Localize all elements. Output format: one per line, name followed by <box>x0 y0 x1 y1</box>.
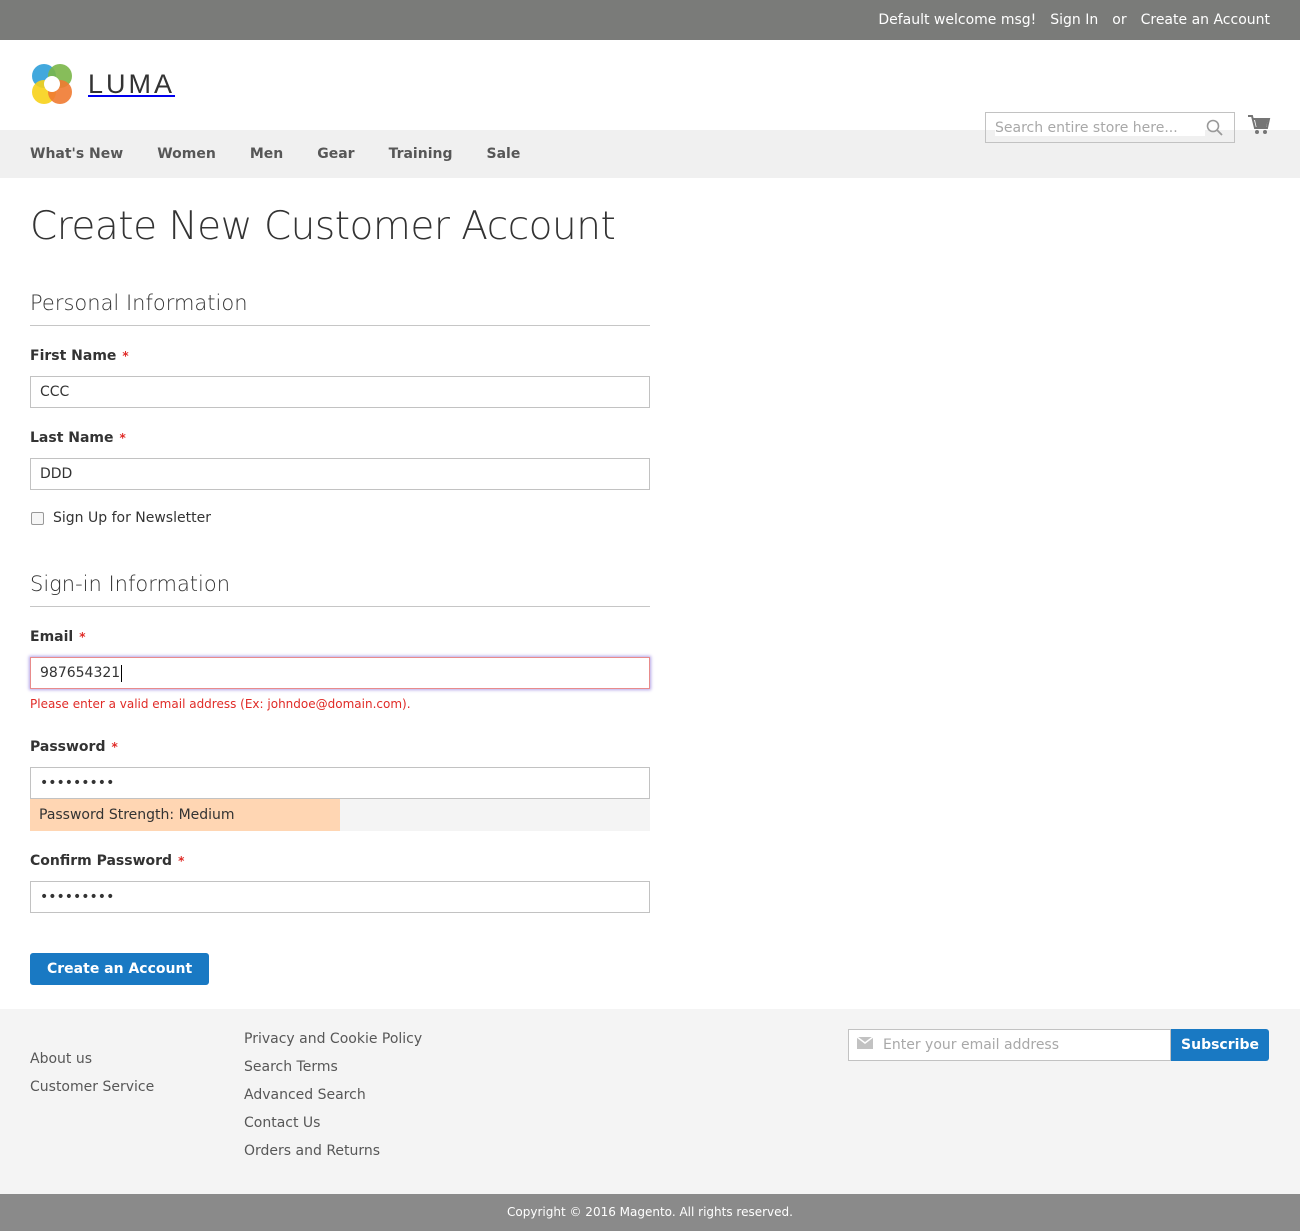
create-account-button[interactable]: Create an Account <box>30 953 210 985</box>
search-box <box>985 112 1235 143</box>
nav-item-women[interactable]: Women <box>157 146 216 162</box>
footer-link-orders-returns[interactable]: Orders and Returns <box>244 1141 422 1169</box>
email-field: Email * 987654321 Please enter a valid em… <box>30 629 650 711</box>
copyright: Copyright © 2016 Magento. All rights res… <box>0 1194 1300 1231</box>
confirm-password-field: Confirm Password * ••••••••• <box>30 853 650 913</box>
footer-link-contact-us[interactable]: Contact Us <box>244 1113 422 1141</box>
nav-item-gear[interactable]: Gear <box>317 146 354 162</box>
logo[interactable]: LUMA <box>30 62 175 106</box>
cart-icon[interactable] <box>1247 114 1271 136</box>
or-text: or <box>1112 12 1127 28</box>
password-value: ••••••••• <box>40 775 115 791</box>
required-asterisk: * <box>178 854 185 868</box>
sign-in-information-legend: Sign-in Information <box>30 572 650 607</box>
nav-item-men[interactable]: Men <box>250 146 283 162</box>
email-value: 987654321 <box>40 665 121 681</box>
footer-link-advanced-search[interactable]: Advanced Search <box>244 1085 422 1113</box>
password-strength-meter: Password Strength: Medium <box>30 799 650 831</box>
search-input[interactable] <box>995 119 1205 136</box>
text-caret <box>121 664 123 682</box>
sign-in-link[interactable]: Sign In <box>1050 12 1098 28</box>
footer-links-col1: About us Customer Service <box>30 1049 154 1105</box>
required-asterisk: * <box>111 740 118 754</box>
required-asterisk: * <box>79 630 86 644</box>
confirm-password-input[interactable]: ••••••••• <box>30 881 650 913</box>
newsletter-label[interactable]: Sign Up for Newsletter <box>53 510 211 526</box>
confirm-password-value: ••••••••• <box>40 889 115 905</box>
footer-link-privacy[interactable]: Privacy and Cookie Policy <box>244 1029 422 1057</box>
subscribe-button[interactable]: Subscribe <box>1171 1029 1269 1061</box>
nav-item-whats-new[interactable]: What's New <box>30 146 123 162</box>
welcome-message: Default welcome msg! <box>878 12 1037 28</box>
last-name-value: DDD <box>40 466 73 482</box>
newsletter-email-input[interactable] <box>883 1037 1163 1053</box>
password-label: Password <box>30 739 106 755</box>
logo-text: LUMA <box>88 68 176 99</box>
password-field: Password * ••••••••• Password Strength: M… <box>30 739 650 831</box>
last-name-input[interactable]: DDD <box>30 458 650 490</box>
last-name-label: Last Name <box>30 430 114 446</box>
newsletter-checkbox[interactable] <box>31 511 44 525</box>
newsletter-form: Subscribe <box>848 1029 1269 1061</box>
nav-item-training[interactable]: Training <box>389 146 453 162</box>
password-input[interactable]: ••••••••• <box>30 767 650 799</box>
first-name-input[interactable]: CCC <box>30 376 650 408</box>
footer-link-search-terms[interactable]: Search Terms <box>244 1057 422 1085</box>
main-content: Create New Customer Account Personal Inf… <box>0 204 1300 985</box>
email-error-message: Please enter a valid email address (Ex: … <box>30 697 411 711</box>
footer-link-about-us[interactable]: About us <box>30 1049 154 1077</box>
create-account-link[interactable]: Create an Account <box>1141 12 1270 28</box>
footer: About us Customer Service Privacy and Co… <box>0 1009 1300 1194</box>
footer-links-col2: Privacy and Cookie Policy Search Terms A… <box>244 1029 422 1169</box>
sign-in-information-section: Sign-in Information Email * 987654321 Ple… <box>30 572 650 913</box>
first-name-label: First Name <box>30 348 117 364</box>
personal-information-section: Personal Information First Name * CCC Las… <box>30 291 650 526</box>
first-name-field: First Name * CCC <box>30 348 650 408</box>
footer-link-customer-service[interactable]: Customer Service <box>30 1077 154 1105</box>
page-title: Create New Customer Account <box>30 204 616 249</box>
nav-item-sale[interactable]: Sale <box>486 146 520 162</box>
last-name-field: Last Name * DDD <box>30 430 650 490</box>
header: LUMA <box>0 40 1300 143</box>
required-asterisk: * <box>122 349 129 363</box>
luma-logo-icon <box>30 62 74 106</box>
email-input[interactable]: 987654321 <box>30 657 650 689</box>
required-asterisk: * <box>119 431 126 445</box>
envelope-icon <box>856 1036 874 1053</box>
search-icon[interactable] <box>1206 119 1224 137</box>
first-name-value: CCC <box>40 384 70 400</box>
confirm-password-label: Confirm Password <box>30 853 173 869</box>
password-strength-text: Password Strength: Medium <box>39 807 235 823</box>
top-panel: Default welcome msg! Sign In or Create a… <box>0 0 1300 40</box>
newsletter-option: Sign Up for Newsletter <box>30 510 650 526</box>
personal-information-legend: Personal Information <box>30 291 650 326</box>
email-label: Email <box>30 629 74 645</box>
